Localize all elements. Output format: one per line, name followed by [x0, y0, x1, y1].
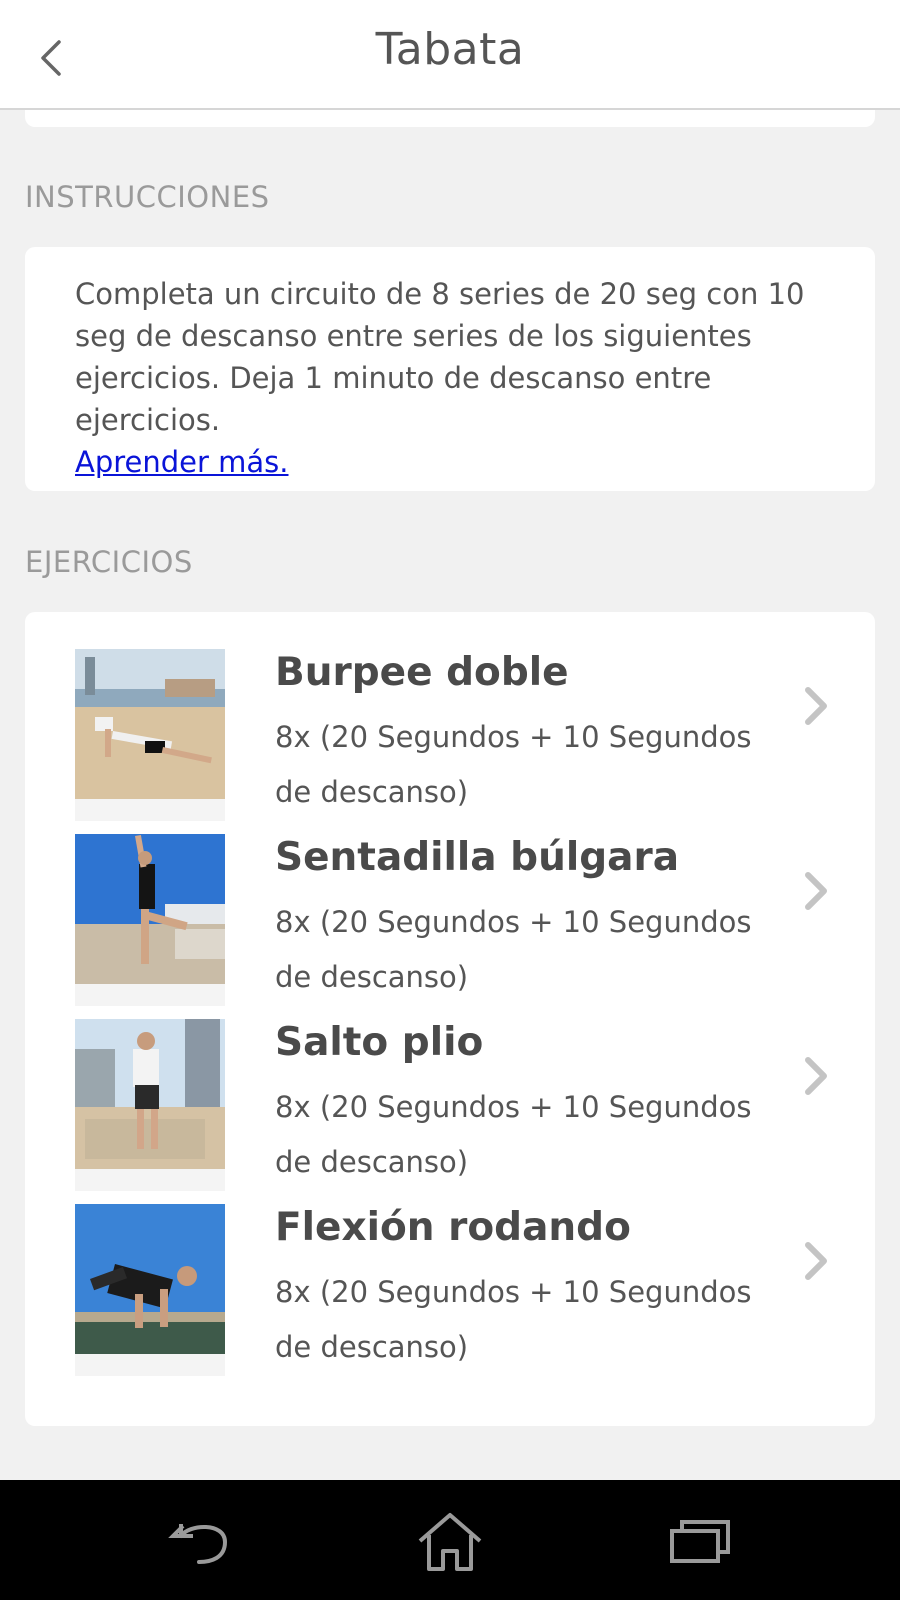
exercise-thumbnail: [75, 834, 225, 1006]
exercise-row-salto-plio[interactable]: Salto plio 8x (20 Segundos + 10 Segundos…: [25, 982, 875, 1191]
system-nav-bar: [0, 1480, 900, 1600]
rolling-pushup-photo: [75, 1204, 225, 1354]
exercise-detail: 8x (20 Segundos + 10 Segundos de descans…: [275, 1275, 752, 1364]
app-header: Tabata: [0, 0, 900, 110]
exercise-name: Flexión rodando: [275, 1205, 631, 1250]
exercise-row-sentadilla-bulgara[interactable]: Sentadilla búlgara 8x (20 Segundos + 10 …: [25, 797, 875, 1006]
exercises-card: Burpee doble 8x (20 Segundos + 10 Segund…: [25, 612, 875, 1426]
system-back-icon: [168, 1524, 228, 1564]
burpee-photo: [75, 649, 225, 799]
chevron-right-icon: [805, 1057, 827, 1095]
exercise-name: Burpee doble: [275, 650, 569, 695]
system-home-button[interactable]: [410, 1508, 490, 1576]
instructions-card: Completa un circuito de 8 series de 20 s…: [25, 247, 875, 491]
system-home-icon: [418, 1513, 482, 1571]
system-back-button[interactable]: [162, 1508, 242, 1576]
chevron-right-icon: [805, 1242, 827, 1280]
exercise-thumbnail: [75, 1204, 225, 1376]
exercise-thumbnail: [75, 1019, 225, 1191]
exercise-thumbnail: [75, 649, 225, 821]
chevron-right-icon: [805, 872, 827, 910]
exercise-name: Sentadilla búlgara: [275, 835, 680, 880]
instructions-text: Completa un circuito de 8 series de 20 s…: [75, 277, 805, 437]
system-recents-icon: [670, 1520, 730, 1563]
plyo-jump-photo: [75, 1019, 225, 1169]
exercise-name: Salto plio: [275, 1020, 484, 1065]
exercise-row-burpee-doble[interactable]: Burpee doble 8x (20 Segundos + 10 Segund…: [25, 612, 875, 821]
learn-more-link[interactable]: Aprender más.: [75, 441, 289, 483]
exercise-row-flexion-rodando[interactable]: Flexión rodando 8x (20 Segundos + 10 Seg…: [25, 1167, 875, 1376]
exercises-section-label: EJERCICIOS: [25, 545, 193, 579]
system-recents-button[interactable]: [660, 1508, 740, 1576]
bulgarian-squat-photo: [75, 834, 225, 984]
page-title: Tabata: [375, 24, 525, 75]
chevron-right-icon: [805, 687, 827, 725]
instructions-section-label: INSTRUCCIONES: [25, 180, 270, 214]
